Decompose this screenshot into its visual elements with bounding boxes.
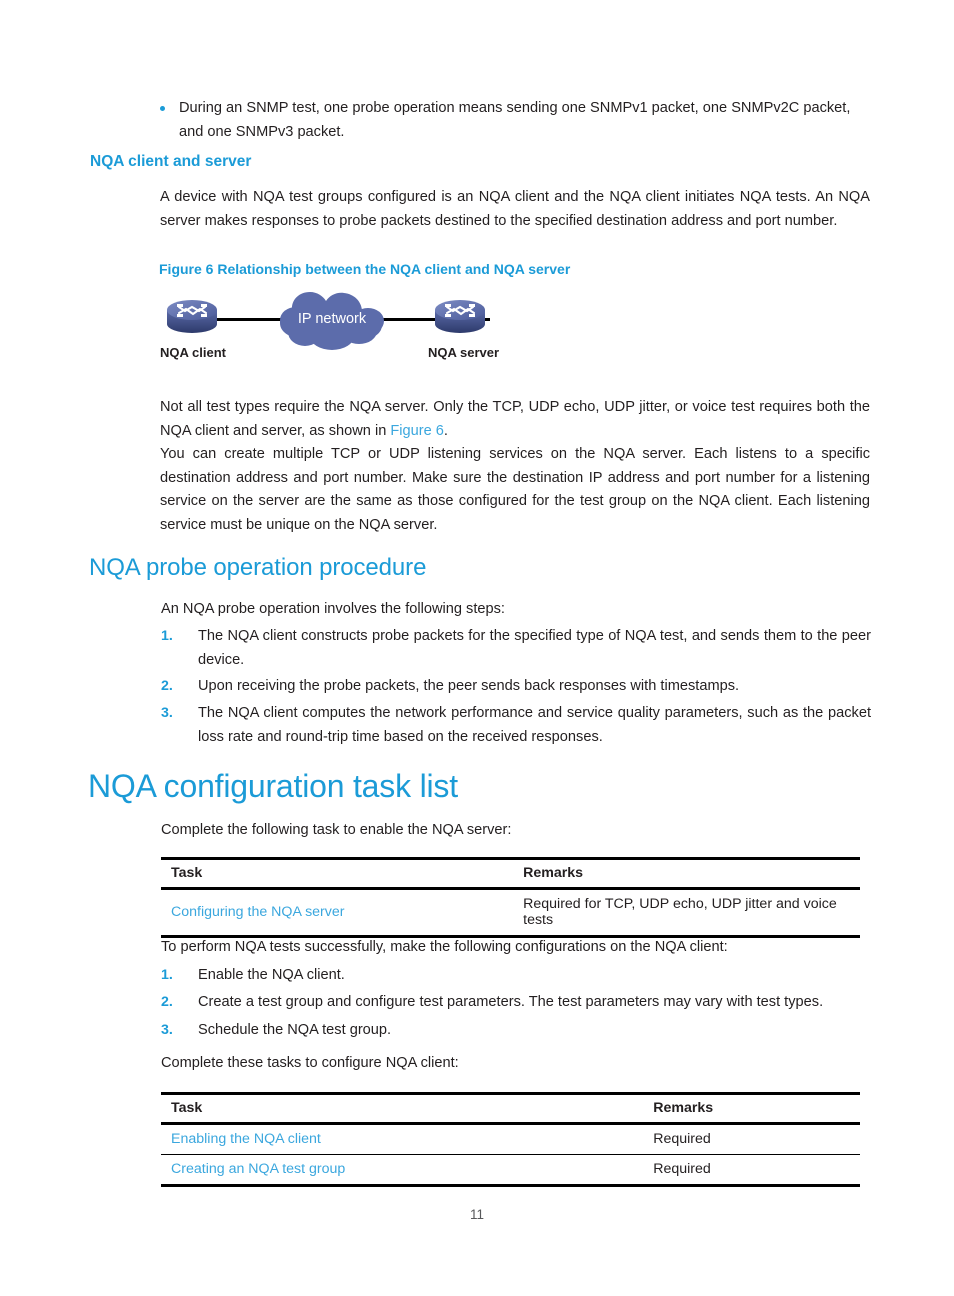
column-header-task: Task xyxy=(161,858,514,890)
table-cell-task: Configuring the NQA server xyxy=(161,888,514,938)
ip-network-cloud: IP network xyxy=(272,288,392,350)
paragraph-client-server-intro: A device with NQA test groups configured… xyxy=(160,189,870,229)
table-header-row: Task Remarks xyxy=(161,1093,860,1125)
ordered-list-item: 1. Enable the NQA client. xyxy=(161,964,871,988)
router-icon-nqa-server xyxy=(433,298,487,338)
list-marker: 1. xyxy=(161,628,173,644)
document-page: During an SNMP test, one probe operation… xyxy=(0,0,954,1296)
list-marker: 3. xyxy=(161,705,173,721)
list-item-text: Enable the NQA client. xyxy=(198,967,345,983)
router-icon-nqa-client xyxy=(165,298,219,338)
table-row: Creating an NQA test group Required xyxy=(161,1154,860,1187)
list-item-text: Upon receiving the probe packets, the pe… xyxy=(198,678,740,694)
column-header-task: Task xyxy=(161,1093,644,1125)
link-creating-an-nqa-test-group[interactable]: Creating an NQA test group xyxy=(171,1161,345,1177)
list-marker: 3. xyxy=(161,1022,173,1038)
device-label-nqa-client: NQA client xyxy=(160,345,226,360)
paragraph-test-types: Not all test types require the NQA serve… xyxy=(160,396,870,443)
list-item-text: Create a test group and configure test p… xyxy=(198,994,824,1010)
column-header-remarks: Remarks xyxy=(643,1093,860,1125)
paragraph-listening-services: You can create multiple TCP or UDP liste… xyxy=(160,446,870,533)
heading-nqa-probe-operation-procedure: NQA probe operation procedure xyxy=(89,554,427,581)
ordered-list-item: 1. The NQA client constructs probe packe… xyxy=(161,625,871,672)
list-marker: 2. xyxy=(161,678,173,694)
table-cell-task: Enabling the NQA client xyxy=(161,1123,644,1155)
table-cell-task: Creating an NQA test group xyxy=(161,1154,644,1187)
figure-caption: Figure 6 Relationship between the NQA cl… xyxy=(159,261,571,277)
table-cell-remarks: Required for TCP, UDP echo, UDP jitter a… xyxy=(513,888,860,938)
heading-nqa-client-and-server: NQA client and server xyxy=(90,153,252,170)
paragraph-client-steps-intro: To perform NQA tests successfully, make … xyxy=(161,939,728,955)
ordered-list-item: 2. Create a test group and configure tes… xyxy=(161,991,871,1015)
ordered-list-item: 2. Upon receiving the probe packets, the… xyxy=(161,675,871,699)
heading-nqa-configuration-task-list: NQA configuration task list xyxy=(88,768,458,804)
paragraph-probe-steps-intro: An NQA probe operation involves the foll… xyxy=(161,601,505,617)
table-header-row: Task Remarks xyxy=(161,858,860,890)
page-number: 11 xyxy=(469,1207,484,1222)
router-shape-icon xyxy=(167,300,217,333)
router-shape-icon xyxy=(435,300,485,333)
paragraph-test-types-part1: Not all test types require the NQA serve… xyxy=(160,399,870,439)
device-label-nqa-server: NQA server xyxy=(428,345,500,360)
table-nqa-client-tasks: Task Remarks Enabling the NQA client Req… xyxy=(161,1092,860,1187)
list-item-text: The NQA client constructs probe packets … xyxy=(198,628,871,668)
bullet-list-item: During an SNMP test, one probe operation… xyxy=(160,97,872,144)
bullet-item-text: During an SNMP test, one probe operation… xyxy=(179,100,851,140)
link-enabling-the-nqa-client[interactable]: Enabling the NQA client xyxy=(171,1131,321,1147)
ordered-list-item: 3. The NQA client computes the network p… xyxy=(161,702,871,749)
figure-6-cross-reference-link[interactable]: Figure 6 xyxy=(390,423,444,439)
link-configuring-the-nqa-server[interactable]: Configuring the NQA server xyxy=(171,904,345,920)
ordered-list-item: 3. Schedule the NQA test group. xyxy=(161,1019,871,1043)
list-marker: 1. xyxy=(161,967,173,983)
cloud-shape-icon xyxy=(280,292,384,350)
figure-nqa-topology: IP network NQA client NQA server xyxy=(160,288,580,368)
column-header-remarks: Remarks xyxy=(513,858,860,890)
paragraph-test-types-part2: . xyxy=(443,422,448,439)
table-row: Configuring the NQA server Required for … xyxy=(161,888,860,938)
list-item-text: Schedule the NQA test group. xyxy=(198,1022,392,1038)
paragraph-server-table-intro: Complete the following task to enable th… xyxy=(161,822,512,838)
table-nqa-server-tasks: Task Remarks Configuring the NQA server … xyxy=(161,857,860,938)
table-cell-remarks: Required xyxy=(643,1154,860,1187)
table-row: Enabling the NQA client Required xyxy=(161,1123,860,1155)
list-marker: 2. xyxy=(161,994,173,1010)
list-item-text: The NQA client computes the network perf… xyxy=(198,705,871,745)
table-cell-remarks: Required xyxy=(643,1123,860,1155)
bullet-dot-icon xyxy=(160,97,179,111)
paragraph-client-table-intro: Complete these tasks to configure NQA cl… xyxy=(161,1055,459,1071)
